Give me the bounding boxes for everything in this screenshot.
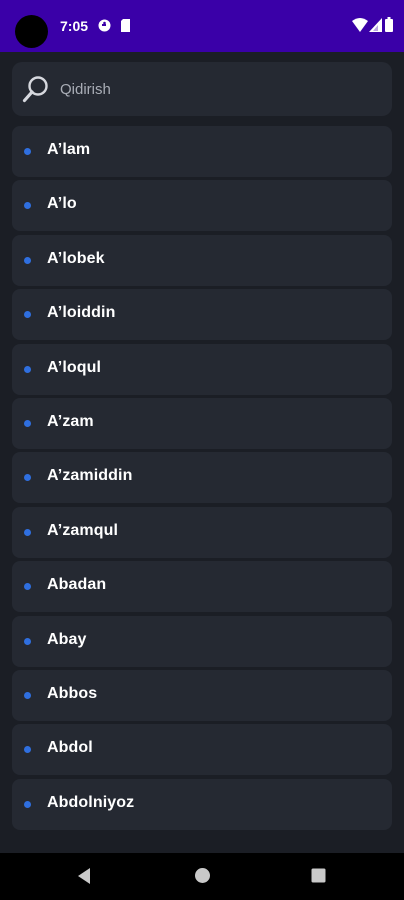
status-bar: 7:05	[0, 0, 404, 52]
wifi-icon	[352, 18, 368, 37]
list-item[interactable]: A’lam	[12, 126, 392, 177]
list-item[interactable]: A’zam	[12, 397, 392, 449]
name-label: A’loiddin	[47, 304, 116, 322]
name-label: Abadan	[47, 576, 107, 594]
vpn-key-icon	[98, 19, 111, 37]
bullet-dot-icon	[24, 746, 31, 754]
list-item[interactable]: A’loqul	[12, 343, 392, 395]
navigation-bar	[0, 853, 404, 900]
search-input[interactable]	[60, 78, 360, 100]
names-list[interactable]: A’lam A’lo A’lobek A’loiddin A’loqul A’zam A’z…	[12, 126, 392, 833]
name-label: A’zamqul	[47, 521, 119, 539]
name-label: Abdol	[47, 739, 93, 757]
bullet-dot-icon	[24, 528, 31, 536]
status-time: 7:05	[60, 18, 89, 34]
name-label: Abbos	[47, 684, 98, 702]
bullet-dot-icon	[24, 148, 31, 155]
bullet-dot-icon	[24, 202, 31, 210]
list-item[interactable]: A’loiddin	[12, 289, 392, 341]
home-icon[interactable]	[194, 867, 211, 889]
bullet-dot-icon	[24, 311, 31, 319]
signal-icon	[369, 18, 382, 37]
recents-icon[interactable]	[311, 868, 326, 888]
back-icon[interactable]	[75, 866, 93, 891]
name-label: Abdolniyoz	[47, 793, 135, 811]
list-item[interactable]: A’zamqul	[12, 506, 392, 558]
name-label: A’zamiddin	[47, 467, 133, 485]
list-item[interactable]: Abdol	[12, 724, 392, 776]
name-label: A’lobek	[47, 249, 105, 267]
bullet-dot-icon	[24, 583, 31, 591]
name-label: A’zam	[47, 412, 94, 430]
search-bar[interactable]	[12, 62, 392, 116]
bullet-dot-icon	[24, 637, 31, 645]
list-item[interactable]: Abdolniyoz	[12, 778, 392, 830]
bullet-dot-icon	[24, 365, 31, 373]
camera-cutout	[15, 15, 48, 48]
search-icon	[22, 75, 50, 108]
list-item[interactable]: Abadan	[12, 561, 392, 613]
list-item[interactable]: A’zamiddin	[12, 452, 392, 504]
bullet-dot-icon	[24, 691, 31, 699]
bullet-dot-icon	[24, 800, 31, 808]
bullet-dot-icon	[24, 419, 31, 427]
name-label: Abay	[47, 630, 87, 648]
bullet-dot-icon	[24, 256, 31, 264]
sim-card-icon	[120, 19, 131, 37]
battery-icon	[385, 17, 393, 37]
name-label: A’loqul	[47, 358, 102, 376]
names-screen[interactable]: A’lam A’lo A’lobek A’loiddin A’loqul A’zam A’z…	[0, 52, 404, 853]
name-label: A’lam	[47, 141, 91, 158]
list-item[interactable]: Abay	[12, 615, 392, 667]
list-item[interactable]: A’lobek	[12, 234, 392, 286]
list-item[interactable]: A’lo	[12, 180, 392, 232]
bullet-dot-icon	[24, 474, 31, 482]
name-label: A’lo	[47, 195, 77, 213]
list-item[interactable]: Abbos	[12, 669, 392, 721]
